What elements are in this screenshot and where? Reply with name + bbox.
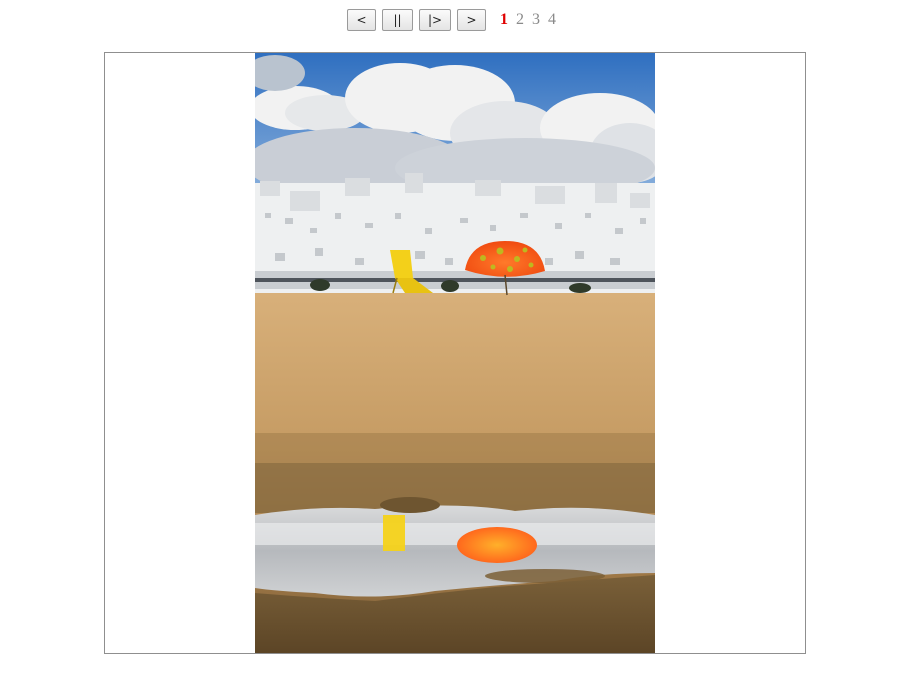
slideshow-controls: < || |> > 1 2 3 4	[347, 9, 564, 31]
next-button[interactable]: >	[457, 9, 486, 31]
play-button[interactable]: |>	[419, 9, 451, 31]
pause-button[interactable]: ||	[382, 9, 413, 31]
page-link-2[interactable]: 2	[516, 9, 524, 31]
previous-button[interactable]: <	[347, 9, 376, 31]
page-link-3[interactable]: 3	[532, 9, 540, 31]
page-link-1[interactable]: 1	[500, 9, 508, 31]
beach-photo	[255, 53, 655, 653]
slideshow-frame	[104, 52, 806, 654]
page-link-4[interactable]: 4	[548, 9, 556, 31]
